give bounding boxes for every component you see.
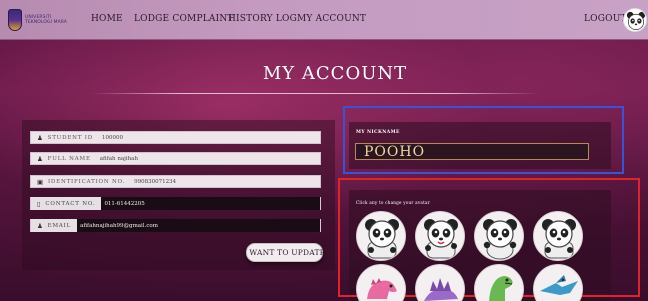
student-id-value[interactable]: 100000 xyxy=(99,131,320,144)
panda-avatar-icon[interactable] xyxy=(623,8,647,32)
update-profile-button[interactable]: I WANT TO UPDATE xyxy=(244,243,325,262)
phone-icon: ▯ xyxy=(37,199,42,208)
email-field[interactable]: ♟ EMAIL afifahnajihah99@gmail.com xyxy=(30,219,321,232)
student-id-field[interactable]: ♟ STUDENT ID 100000 xyxy=(30,131,321,144)
crest-icon xyxy=(8,9,22,31)
full-name-value[interactable]: afifah najihah xyxy=(97,152,320,165)
nickname-label: MY NICKNAME xyxy=(356,130,400,135)
identification-no-field[interactable]: ▣ IDENTIFICATION NO. 990830071234 xyxy=(30,175,321,188)
id-card-icon: ▣ xyxy=(37,177,44,186)
panda-avatar-4-icon[interactable] xyxy=(533,211,583,261)
top-navbar: UNIVERSITI TEKNOLOGI MARA HOME LODGE COM… xyxy=(0,0,648,40)
contact-no-label: ▯ CONTACT NO. xyxy=(31,197,102,210)
avatar-hint-text: Click any to change your avatar xyxy=(356,200,430,205)
nav-history-log-link[interactable]: HISTORY LOG xyxy=(228,14,297,24)
nav-my-account-link[interactable]: MY ACCOUNT xyxy=(297,14,366,24)
panda-avatar-2-icon[interactable] xyxy=(415,211,465,261)
user-icon: ♟ xyxy=(37,133,44,142)
user-icon: ♟ xyxy=(37,221,44,230)
nickname-input[interactable]: POOHO xyxy=(355,143,589,160)
panda-avatar-1-icon[interactable] xyxy=(356,211,406,261)
title-divider xyxy=(90,93,540,94)
panda-avatar-3-icon[interactable] xyxy=(474,211,524,261)
email-label: ♟ EMAIL xyxy=(31,219,78,232)
user-icon: ♟ xyxy=(37,154,44,163)
email-value[interactable]: afifahnajihah99@gmail.com xyxy=(77,219,320,232)
nav-lodge-complaint-link[interactable]: LODGE COMPLAINT xyxy=(134,14,234,24)
contact-no-value[interactable]: 011-61442205 xyxy=(101,197,320,210)
identification-no-label: ▣ IDENTIFICATION NO. xyxy=(37,177,126,186)
page-title: MY ACCOUNT xyxy=(262,63,408,84)
full-name-label: ♟ FULL NAME xyxy=(37,154,91,163)
nickname-highlight-box xyxy=(343,106,624,174)
university-logo[interactable]: UNIVERSITI TEKNOLOGI MARA xyxy=(8,5,72,35)
nav-home-link[interactable]: HOME xyxy=(91,14,123,24)
identification-no-value[interactable]: 990830071234 xyxy=(131,175,320,188)
logo-text: UNIVERSITI TEKNOLOGI MARA xyxy=(25,15,67,25)
full-name-field[interactable]: ♟ FULL NAME afifah najihah xyxy=(30,152,321,165)
student-id-label: ♟ STUDENT ID xyxy=(37,133,93,142)
contact-no-field[interactable]: ▯ CONTACT NO. 011-61442205 xyxy=(30,197,321,210)
logout-link[interactable]: LOGOUT xyxy=(584,14,627,24)
